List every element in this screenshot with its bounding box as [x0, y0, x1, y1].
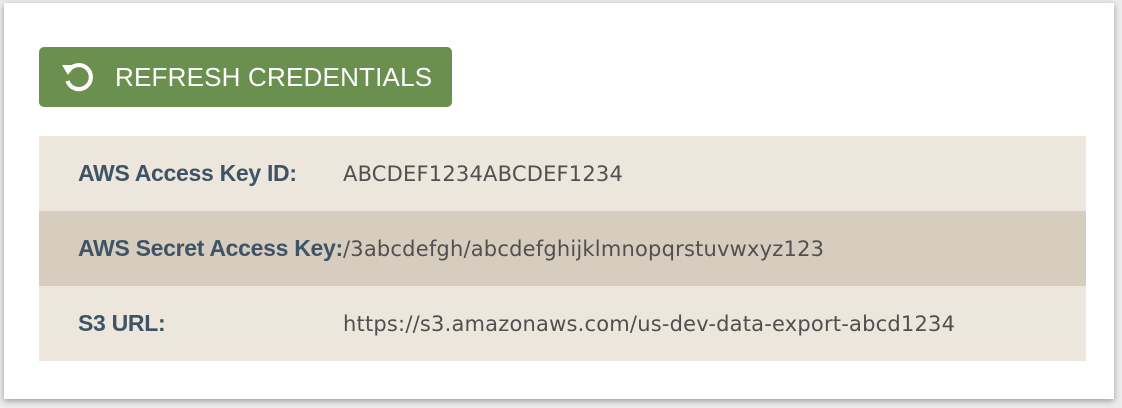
access-key-value[interactable]: ABCDEF1234ABCDEF1234	[343, 162, 623, 186]
credentials-panel: REFRESH CREDENTIALS AWS Access Key ID: A…	[4, 3, 1114, 399]
secret-key-label: AWS Secret Access Key:	[78, 235, 343, 261]
refresh-credentials-button[interactable]: REFRESH CREDENTIALS	[39, 47, 452, 107]
access-key-label: AWS Access Key ID:	[78, 160, 297, 186]
secret-key-value[interactable]: /3abcdefgh/abcdefghijklmnopqrstuvwxyz123	[343, 237, 824, 261]
s3-url-row: S3 URL: https://s3.amazonaws.com/us-dev-…	[39, 286, 1086, 361]
refresh-icon	[59, 58, 97, 96]
access-key-row: AWS Access Key ID: ABCDEF1234ABCDEF1234	[39, 136, 1086, 211]
credentials-table: AWS Access Key ID: ABCDEF1234ABCDEF1234 …	[39, 136, 1086, 361]
secret-key-row: AWS Secret Access Key: /3abcdefgh/abcdef…	[39, 211, 1086, 286]
s3-url-value[interactable]: https://s3.amazonaws.com/us-dev-data-exp…	[343, 312, 955, 336]
s3-url-label: S3 URL:	[78, 310, 166, 336]
refresh-credentials-label: REFRESH CREDENTIALS	[115, 61, 433, 92]
